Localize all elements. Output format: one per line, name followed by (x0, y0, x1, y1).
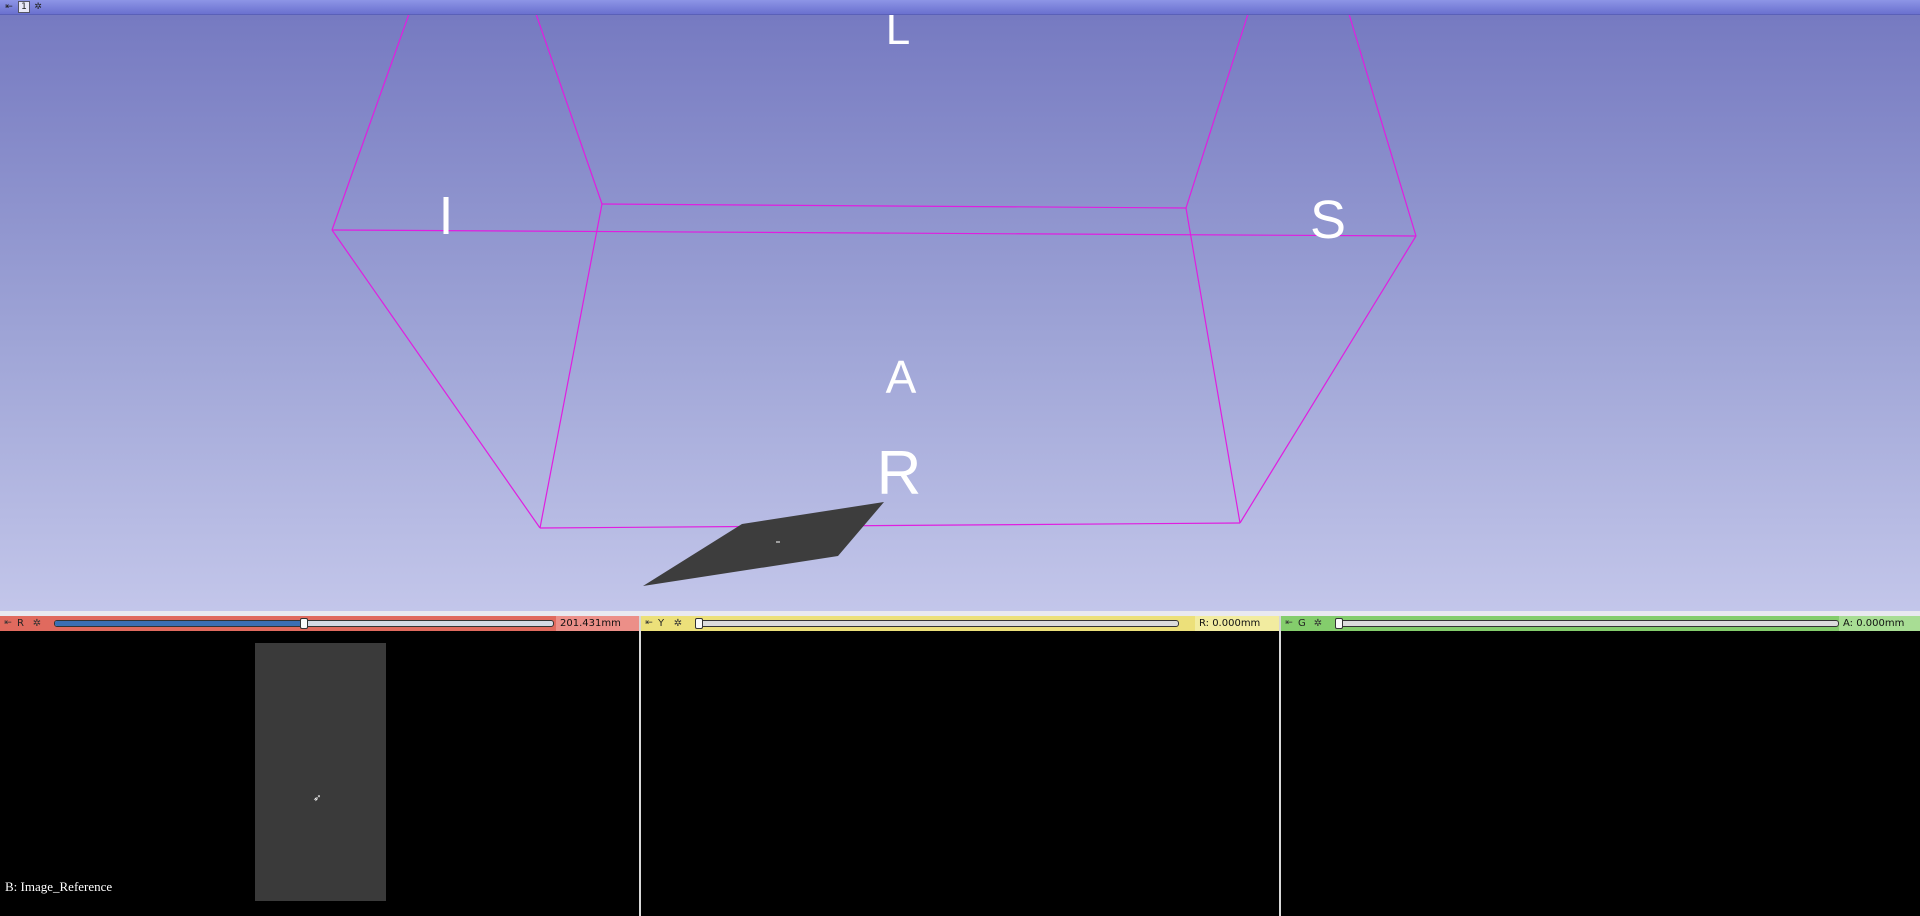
slider-fill (55, 621, 305, 626)
slice-letter: G (1298, 618, 1306, 629)
slider-handle[interactable] (300, 618, 308, 629)
slice-offset-readout: A: 0.000mm (1839, 616, 1920, 631)
green-slice-view[interactable]: ⇤ G ✲ A: 0.000mm (1281, 616, 1920, 916)
gear-icon[interactable]: ✲ (671, 617, 685, 630)
layer-label: B: Image_Reference (5, 879, 113, 894)
red-slice-plane (643, 502, 884, 586)
orientation-label-center: A (886, 351, 917, 403)
slider-handle[interactable] (695, 618, 703, 629)
slice-offset-readout: R: 0.000mm (1195, 616, 1279, 631)
cursor-icon: ➶ (313, 793, 322, 804)
slice-offset-slider[interactable] (1335, 620, 1839, 627)
red-slice-controller-bar: ⇤ R ✲ 201.431mm (0, 616, 639, 631)
orientation-label-bottom: R (877, 439, 922, 508)
green-slice-controller-bar: ⇤ G ✲ A: 0.000mm (1281, 616, 1920, 631)
yellow-slice-controller-bar: ⇤ Y ✲ R: 0.000mm (641, 616, 1279, 631)
slider-handle[interactable] (1335, 618, 1343, 629)
pin-icon[interactable]: ⇤ (2, 617, 14, 630)
slice-letter: Y (658, 618, 665, 629)
slice-letter: R (17, 618, 24, 629)
3d-view-controller-bar: ⇤ 1 ✲ (0, 0, 1920, 15)
view-number-badge[interactable]: 1 (18, 1, 30, 13)
gear-icon[interactable]: ✲ (1311, 617, 1325, 630)
slice-offset-readout: 201.431mm (556, 616, 639, 631)
orientation-label-right: S (1310, 190, 1346, 250)
red-slice-view[interactable]: ⇤ R ✲ 201.431mm ➶ B: Image_Reference (0, 616, 639, 916)
3d-scene[interactable]: L I S A R (0, 0, 1920, 611)
yellow-slice-view[interactable]: ⇤ Y ✲ R: 0.000mm (641, 616, 1279, 916)
orientation-label-left: I (438, 186, 453, 246)
gear-icon[interactable]: ✲ (31, 1, 45, 13)
pin-icon[interactable]: ⇤ (643, 617, 655, 630)
pin-icon[interactable]: ⇤ (1283, 617, 1295, 630)
gear-icon[interactable]: ✲ (30, 617, 44, 630)
slice-offset-slider[interactable] (695, 620, 1179, 627)
pin-icon[interactable]: ⇤ (2, 1, 16, 13)
bounding-box (331, 13, 1417, 529)
slice-image (255, 643, 386, 901)
3d-view[interactable]: L I S A R ⇤ 1 ✲ (0, 0, 1920, 611)
